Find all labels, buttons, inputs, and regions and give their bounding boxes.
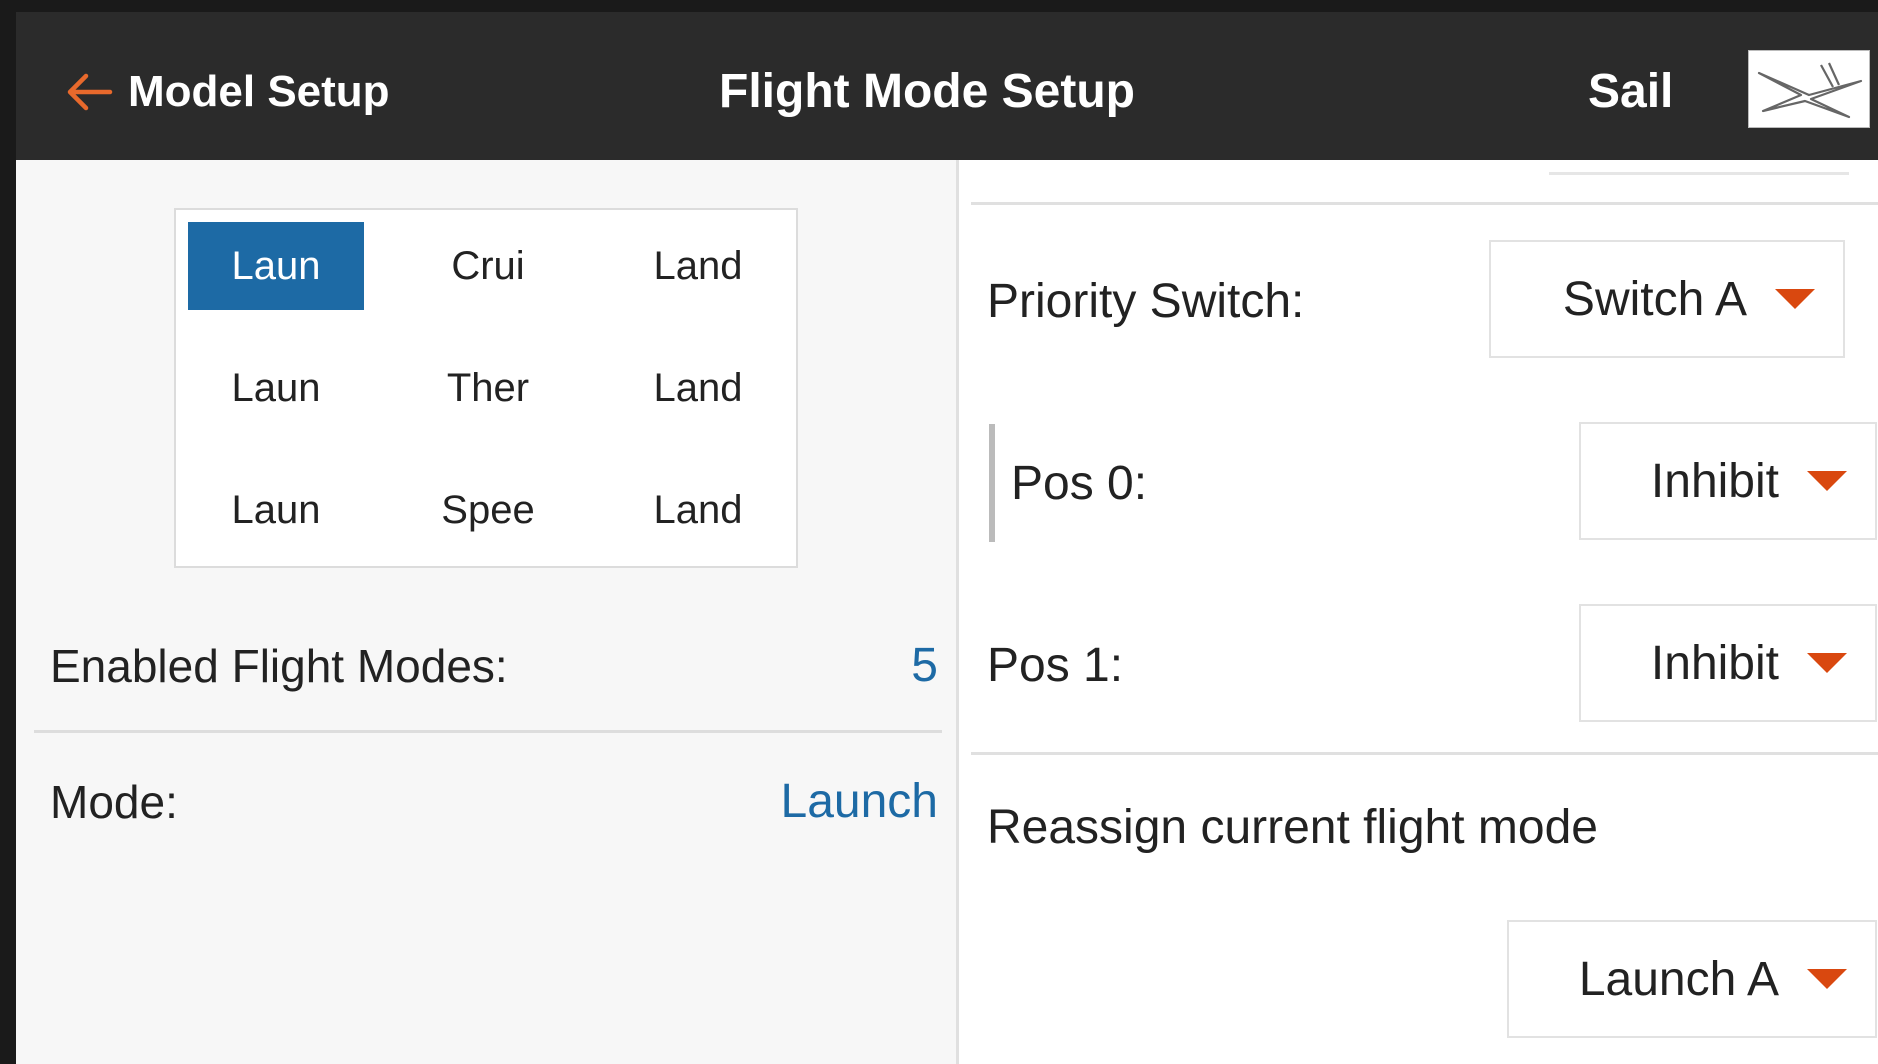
enabled-modes-value[interactable]: 5 <box>911 636 938 696</box>
indent-bar <box>989 424 995 542</box>
grid-cell-0-1[interactable]: Crui <box>400 222 576 310</box>
divider <box>971 202 1878 205</box>
mode-value[interactable]: Launch <box>781 772 938 832</box>
grid-cell-0-2[interactable]: Land <box>610 222 786 310</box>
grid-cell-2-0[interactable]: Laun <box>188 466 364 554</box>
pos1-dropdown[interactable]: Inhibit <box>1579 604 1877 722</box>
pos0-value: Inhibit <box>1650 454 1779 508</box>
enabled-modes-label: Enabled Flight Modes: <box>50 640 508 692</box>
grid-cell-2-1[interactable]: Spee <box>400 466 576 554</box>
pos1-label: Pos 1: <box>987 639 1124 692</box>
top-bar: Model Setup Flight Mode Setup Sail <box>16 12 1878 160</box>
grid-cell-1-1[interactable]: Ther <box>400 344 576 432</box>
divider <box>1549 152 1849 175</box>
flight-mode-grid: Laun Crui Land Laun Ther Land Laun Spee … <box>174 208 798 568</box>
reassign-label: Reassign current flight mode <box>987 801 1598 854</box>
right-panel: Priority Switch: Switch A Pos 0: Inhibit… <box>959 160 1878 1064</box>
pos0-dropdown[interactable]: Inhibit <box>1579 422 1877 540</box>
priority-switch-value: Switch A <box>1562 272 1747 326</box>
reassign-dropdown[interactable]: Launch A <box>1507 920 1877 1038</box>
grid-cell-0-0[interactable]: Laun <box>188 222 364 310</box>
grid-cell-2-2[interactable]: Land <box>610 466 786 554</box>
screen: Model Setup Flight Mode Setup Sail Laun … <box>0 0 1878 1064</box>
dropdown-arrow-icon <box>1807 653 1847 673</box>
pos0-label: Pos 0: <box>1011 457 1148 510</box>
mode-label: Mode: <box>50 776 178 828</box>
divider <box>34 730 942 733</box>
dropdown-arrow-icon <box>1775 289 1815 309</box>
grid-cell-1-2[interactable]: Land <box>610 344 786 432</box>
priority-switch-dropdown[interactable]: Switch A <box>1489 240 1845 358</box>
reassign-value: Launch A <box>1578 952 1779 1006</box>
glider-icon[interactable] <box>1748 50 1870 128</box>
model-type-label: Sail <box>1588 65 1674 118</box>
divider <box>971 752 1878 755</box>
dropdown-arrow-icon <box>1807 969 1847 989</box>
priority-switch-label: Priority Switch: <box>987 275 1305 328</box>
dropdown-arrow-icon <box>1807 471 1847 491</box>
grid-cell-1-0[interactable]: Laun <box>188 344 364 432</box>
left-panel: Laun Crui Land Laun Ther Land Laun Spee … <box>16 160 959 1064</box>
pos1-value: Inhibit <box>1650 636 1779 690</box>
